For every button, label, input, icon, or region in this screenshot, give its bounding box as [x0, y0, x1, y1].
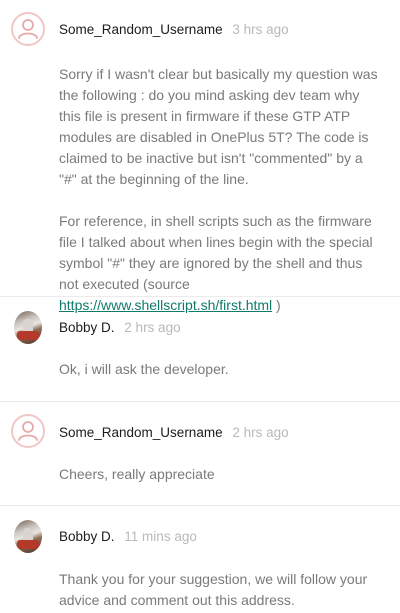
comment-header: Some_Random_Username 3 hrs ago — [59, 22, 289, 37]
comment-header: Bobby D. 11 mins ago — [59, 529, 197, 544]
comment-body: Cheers, really appreciate — [59, 464, 384, 485]
timestamp: 2 hrs ago — [232, 425, 289, 440]
profile-photo-avatar[interactable] — [14, 311, 42, 344]
comment-body: Thank you for your suggestion, we will f… — [59, 569, 384, 611]
comment-body: Sorry if I wasn't clear but basically my… — [59, 64, 384, 316]
username[interactable]: Some_Random_Username — [59, 425, 223, 440]
default-avatar-icon[interactable] — [11, 12, 45, 46]
comment-body: Ok, i will ask the developer. — [59, 359, 384, 380]
username[interactable]: Some_Random_Username — [59, 22, 223, 37]
username[interactable]: Bobby D. — [59, 529, 115, 544]
paragraph-text: For reference, in shell scripts such as … — [59, 213, 373, 292]
comment-paragraph: Thank you for your suggestion, we will f… — [59, 571, 368, 608]
comment-paragraph: Ok, i will ask the developer. — [59, 361, 229, 377]
paragraph-text: ) — [272, 297, 281, 313]
comment-paragraph: Cheers, really appreciate — [59, 466, 215, 482]
comment-paragraph: For reference, in shell scripts such as … — [59, 211, 384, 316]
comment-header: Bobby D. 2 hrs ago — [59, 320, 181, 335]
timestamp: 11 mins ago — [124, 529, 197, 544]
profile-photo-avatar[interactable] — [14, 520, 42, 553]
default-avatar-icon[interactable] — [11, 414, 45, 448]
divider — [0, 401, 400, 402]
username[interactable]: Bobby D. — [59, 320, 115, 335]
divider — [0, 505, 400, 506]
comment-thread: Some_Random_Username 3 hrs ago Sorry if … — [0, 0, 400, 613]
timestamp: 2 hrs ago — [124, 320, 181, 335]
comment-header: Some_Random_Username 2 hrs ago — [59, 425, 289, 440]
source-link[interactable]: https://www.shellscript.sh/first.html — [59, 297, 272, 313]
divider — [0, 296, 400, 297]
timestamp: 3 hrs ago — [232, 22, 289, 37]
comment-paragraph: Sorry if I wasn't clear but basically my… — [59, 66, 378, 187]
